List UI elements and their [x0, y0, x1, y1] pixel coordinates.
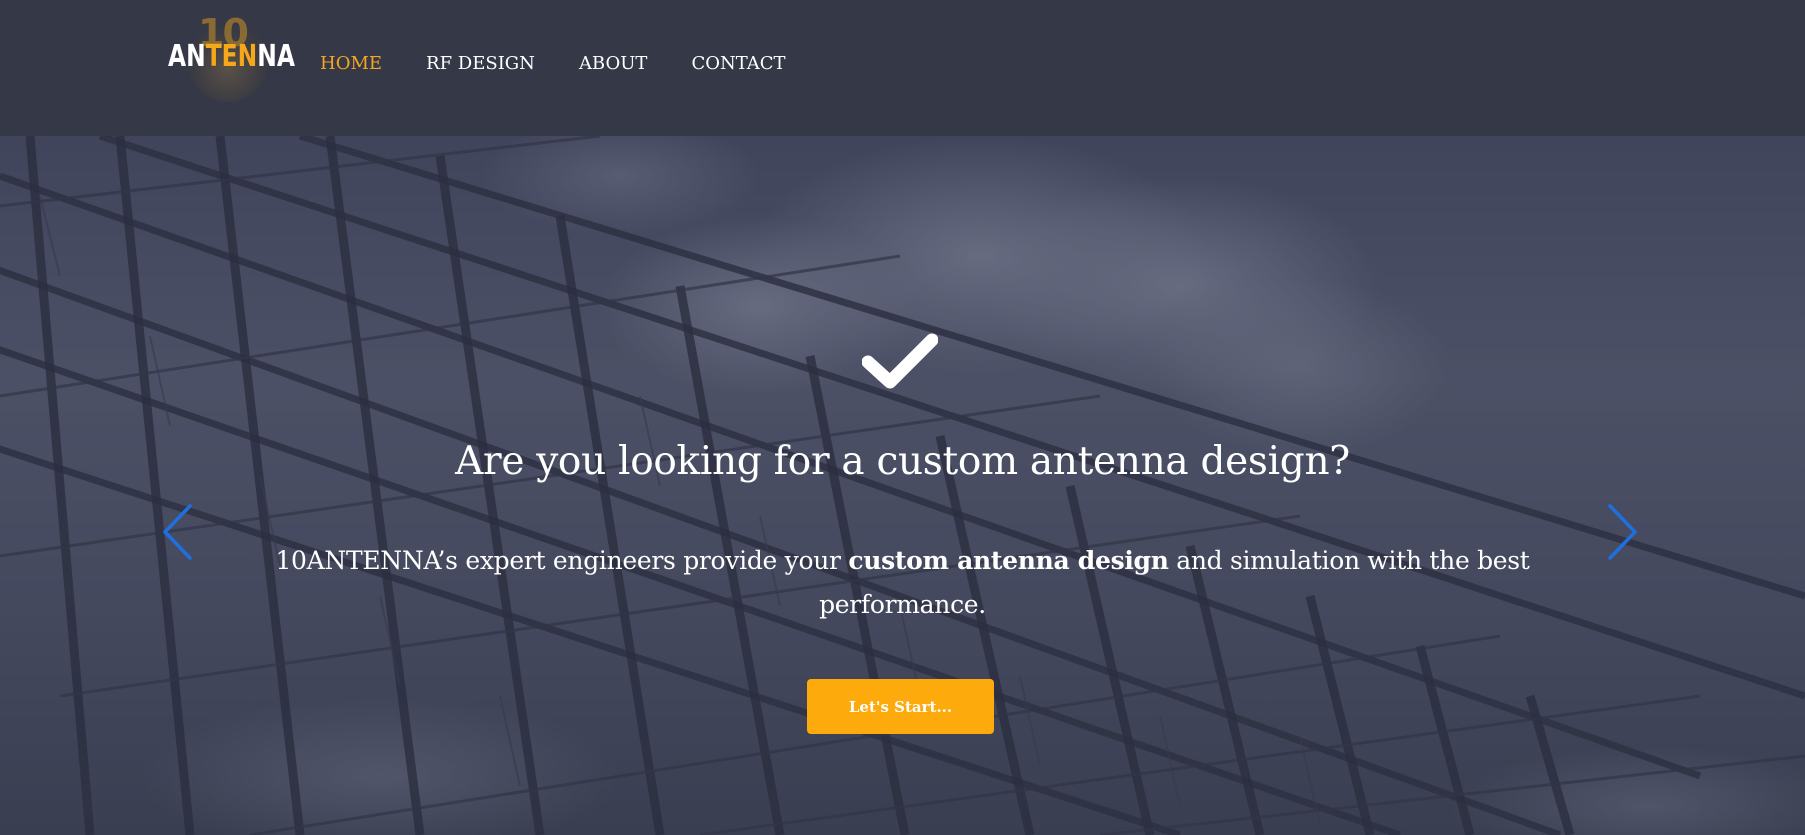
logo-word-part3: NA: [257, 39, 295, 74]
hero-headline: Are you looking for a custom antenna des…: [455, 439, 1350, 484]
hero-slider: Are you looking for a custom antenna des…: [0, 136, 1805, 835]
logo-wordmark: ANTENNA: [168, 42, 295, 72]
nav-item-rf-design[interactable]: RF DESIGN: [426, 52, 535, 76]
hero-subtext-part1: 10ANTENNA’s expert engineers provide you…: [275, 546, 849, 575]
chevron-right-icon[interactable]: [1606, 502, 1640, 562]
nav-item-home[interactable]: HOME: [320, 52, 382, 76]
site-header: 10 ANTENNA HOME RF DESIGN ABOUT CONTACT: [0, 0, 1805, 136]
nav-item-about[interactable]: ABOUT: [579, 52, 648, 76]
nav-item-contact[interactable]: CONTACT: [691, 52, 785, 76]
hero-subtext: 10ANTENNA’s expert engineers provide you…: [250, 539, 1555, 627]
logo[interactable]: 10 ANTENNA: [166, 14, 295, 110]
chevron-left-icon[interactable]: [160, 502, 194, 562]
hero-subtext-bold: custom antenna design: [848, 546, 1169, 575]
main-nav: HOME RF DESIGN ABOUT CONTACT: [320, 52, 830, 76]
lets-start-button[interactable]: Let's Start...: [807, 679, 994, 734]
check-icon: [862, 333, 938, 389]
logo-word-part2: TEN: [205, 39, 258, 74]
logo-word-part1: AN: [168, 39, 206, 74]
